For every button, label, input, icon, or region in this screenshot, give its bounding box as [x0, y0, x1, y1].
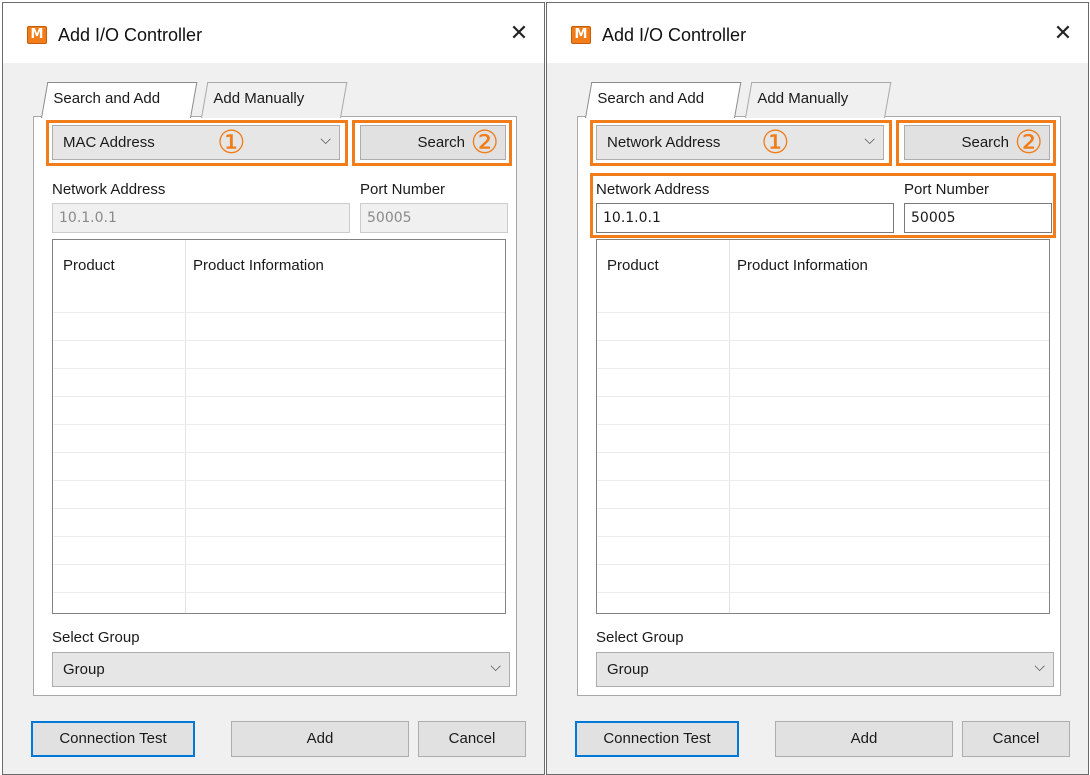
table-row — [597, 396, 1049, 397]
network-address-input[interactable]: 10.1.0.1 — [596, 203, 894, 233]
close-icon[interactable]: ✕ — [504, 19, 534, 49]
tab-panel: MAC Address ① ⌵ Search ② Network Address… — [33, 116, 517, 696]
column-header-product-information[interactable]: Product Information — [193, 257, 324, 274]
search-type-dropdown[interactable]: MAC Address ① ⌵ — [52, 125, 340, 160]
search-type-dropdown[interactable]: Network Address ① ⌵ — [596, 125, 884, 160]
table-row — [597, 592, 1049, 593]
tab-search-and-add[interactable]: Search and Add — [585, 82, 742, 118]
tab-add-manually[interactable]: Add Manually — [745, 82, 892, 118]
callout-marker-2: ② — [1014, 123, 1043, 161]
search-type-value: Network Address — [607, 134, 721, 151]
table-row — [597, 508, 1049, 509]
table-row — [53, 480, 505, 481]
tab-search-and-add[interactable]: Search and Add — [41, 82, 198, 118]
table-row — [53, 452, 505, 453]
port-number-label: Port Number — [360, 181, 446, 198]
add-button[interactable]: Add — [775, 721, 953, 757]
connection-test-button[interactable]: Connection Test — [575, 721, 739, 757]
chevron-down-icon: ⌵ — [1034, 659, 1045, 675]
title-bar[interactable]: M Add I/O Controller ✕ — [547, 3, 1088, 63]
table-row — [597, 368, 1049, 369]
title-bar[interactable]: M Add I/O Controller ✕ — [3, 3, 544, 63]
close-icon[interactable]: ✕ — [1048, 19, 1078, 49]
table-row — [53, 368, 505, 369]
group-dropdown[interactable]: Group ⌵ — [596, 652, 1054, 687]
app-logo-icon: M — [571, 26, 591, 44]
window-title: Add I/O Controller — [58, 25, 203, 45]
select-group-label: Select Group — [52, 629, 140, 646]
callout-marker-2: ② — [470, 123, 499, 161]
search-button-label: Search — [417, 134, 465, 151]
callout-marker-1: ① — [217, 123, 246, 161]
product-list[interactable]: Product Product Information — [596, 239, 1050, 614]
table-row — [597, 564, 1049, 565]
table-row — [53, 536, 505, 537]
group-value: Group — [63, 661, 105, 678]
port-number-input[interactable]: 50005 — [360, 203, 508, 233]
group-dropdown[interactable]: Group ⌵ — [52, 652, 510, 687]
connection-test-button[interactable]: Connection Test — [31, 721, 195, 757]
cancel-button[interactable]: Cancel — [418, 721, 526, 757]
column-header-product[interactable]: Product — [63, 257, 115, 274]
column-header-product-information[interactable]: Product Information — [737, 257, 868, 274]
network-address-input[interactable]: 10.1.0.1 — [52, 203, 350, 233]
table-row — [53, 312, 505, 313]
network-address-label: Network Address — [596, 181, 710, 198]
table-row — [597, 424, 1049, 425]
app-logo-icon: M — [27, 26, 47, 44]
chevron-down-icon: ⌵ — [490, 659, 501, 675]
table-row — [53, 424, 505, 425]
table-row — [53, 340, 505, 341]
port-number-input[interactable]: 50005 — [904, 203, 1052, 233]
search-type-value: MAC Address — [63, 134, 155, 151]
cancel-button[interactable]: Cancel — [962, 721, 1070, 757]
table-row — [53, 592, 505, 593]
table-row — [53, 396, 505, 397]
table-row — [53, 508, 505, 509]
search-button[interactable]: Search ② — [360, 125, 506, 160]
table-row — [597, 536, 1049, 537]
table-row — [597, 452, 1049, 453]
dialog-mac-search: M Add I/O Controller ✕ Add Manually Sear… — [2, 2, 545, 775]
chevron-down-icon: ⌵ — [864, 132, 875, 148]
group-value: Group — [607, 661, 649, 678]
column-divider — [729, 240, 730, 613]
search-button[interactable]: Search ② — [904, 125, 1050, 160]
tab-add-manually[interactable]: Add Manually — [201, 82, 348, 118]
search-button-label: Search — [961, 134, 1009, 151]
product-list[interactable]: Product Product Information — [52, 239, 506, 614]
select-group-label: Select Group — [596, 629, 684, 646]
column-header-product[interactable]: Product — [607, 257, 659, 274]
window-title: Add I/O Controller — [602, 25, 747, 45]
table-row — [597, 480, 1049, 481]
table-row — [53, 564, 505, 565]
port-number-label: Port Number — [904, 181, 990, 198]
network-address-label: Network Address — [52, 181, 166, 198]
chevron-down-icon: ⌵ — [320, 132, 331, 148]
callout-marker-1: ① — [761, 123, 790, 161]
table-row — [597, 340, 1049, 341]
add-button[interactable]: Add — [231, 721, 409, 757]
column-divider — [185, 240, 186, 613]
tab-panel: Network Address ① ⌵ Search ② Network Add… — [577, 116, 1061, 696]
table-row — [597, 312, 1049, 313]
dialog-network-search: M Add I/O Controller ✕ Add Manually Sear… — [546, 2, 1089, 775]
